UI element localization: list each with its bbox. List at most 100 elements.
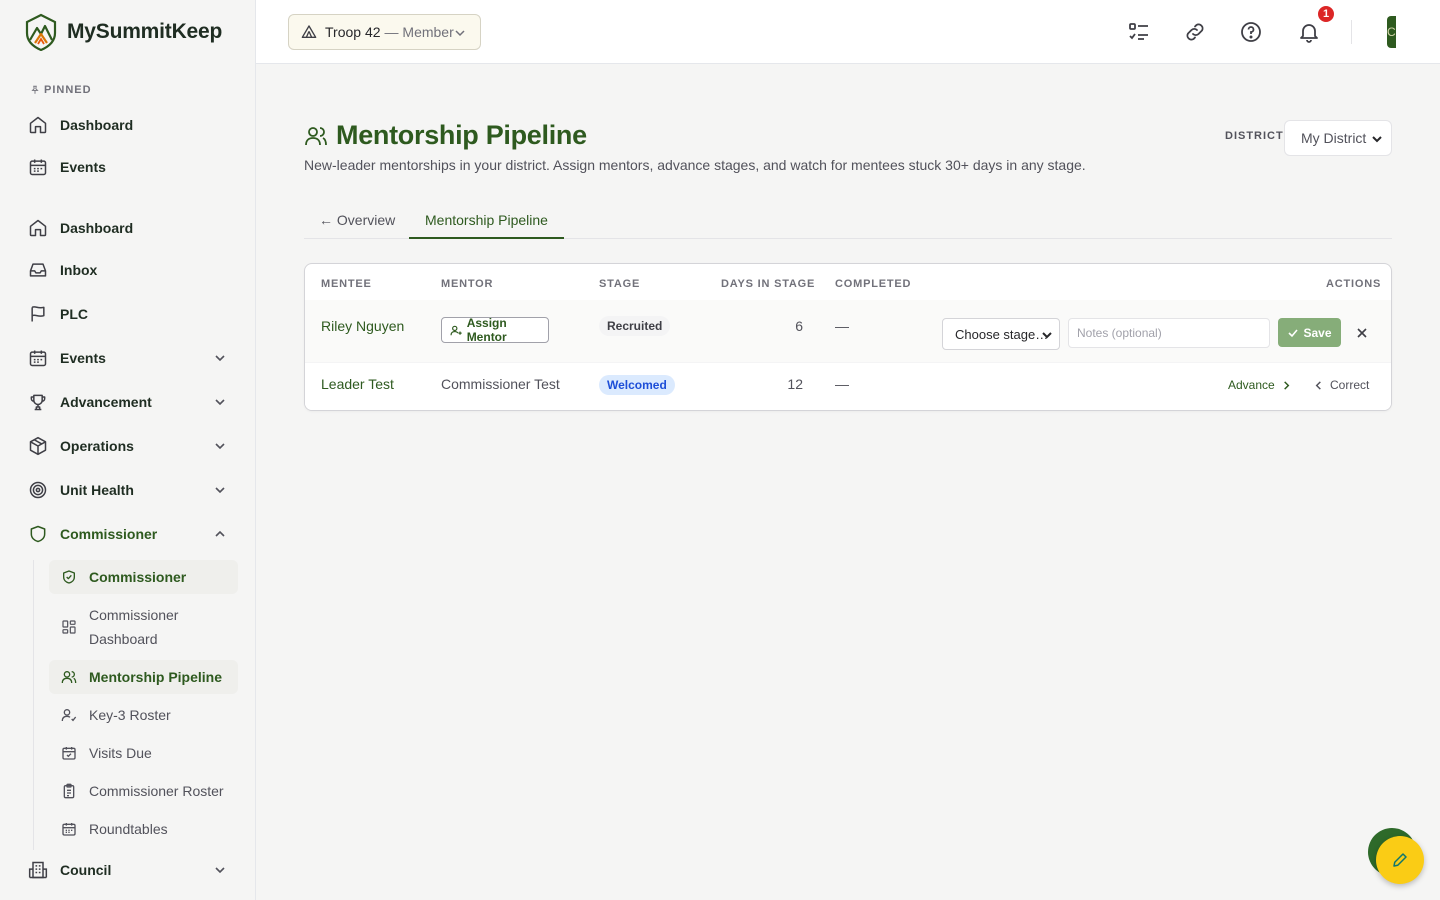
district-select[interactable]: My District xyxy=(1284,120,1392,156)
building-icon xyxy=(28,861,48,879)
column-header: MENTEE xyxy=(321,278,372,290)
assign-mentor-button[interactable]: Assign Mentor xyxy=(441,316,549,344)
subnav-label: Commissioner xyxy=(89,569,187,585)
stage-badge: Recruited xyxy=(599,316,671,336)
help-icon[interactable] xyxy=(1239,20,1263,44)
sidebar-item-unit-health[interactable]: Unit Health xyxy=(16,470,240,510)
nav-label: Dashboard xyxy=(60,220,134,236)
mentorship-table: MENTEE MENTOR STAGE DAYS IN STAGE COMPLE… xyxy=(304,263,1392,411)
shield-check-icon xyxy=(63,570,75,584)
checklist-icon[interactable] xyxy=(1127,20,1151,44)
chevron-down-icon xyxy=(215,487,225,494)
link-icon[interactable] xyxy=(1183,20,1207,44)
tab-bar: ← Overview Mentorship Pipeline xyxy=(304,202,1392,239)
subnav-commissioner-dashboard[interactable]: Commissioner Dashboard xyxy=(49,602,238,652)
correct-button[interactable]: Correct xyxy=(1313,378,1369,392)
nav-label: Commissioner xyxy=(60,526,158,542)
target-icon xyxy=(29,481,47,499)
chevron-up-icon xyxy=(215,530,225,537)
sidebar-item-commissioner[interactable]: Commissioner xyxy=(16,514,240,554)
stage-select-value: Choose stage… xyxy=(955,326,1049,342)
subnav-roundtables[interactable]: Roundtables xyxy=(49,812,238,846)
flag-icon xyxy=(31,306,45,322)
inbox-icon xyxy=(29,263,47,277)
tab-mentorship-pipeline[interactable]: Mentorship Pipeline xyxy=(409,202,564,239)
pinned-item-dashboard[interactable]: Dashboard xyxy=(16,105,240,145)
pinned-label-text: PINNED xyxy=(44,84,92,96)
completed-value: — xyxy=(835,318,849,334)
sidebar-item-events[interactable]: Events xyxy=(16,338,240,378)
subnav-label: Commissioner Roster xyxy=(89,783,224,799)
sidebar-item-dashboard[interactable]: Dashboard xyxy=(16,208,240,248)
column-header: COMPLETED xyxy=(835,278,912,290)
subnav-commissioner-roster[interactable]: Commissioner Roster xyxy=(49,774,238,808)
sidebar-item-inbox[interactable]: Inbox xyxy=(16,250,240,290)
chevron-down-icon xyxy=(215,399,225,406)
nav-label: Advancement xyxy=(60,394,152,410)
nav-label: Inbox xyxy=(60,262,98,278)
trophy-icon xyxy=(30,394,46,411)
sidebar-item-council[interactable]: Council xyxy=(16,850,240,890)
advance-button[interactable]: Advance xyxy=(1228,378,1292,392)
stage-select[interactable]: Choose stage… xyxy=(942,318,1060,350)
avatar[interactable]: C xyxy=(1387,16,1396,48)
submenu-guide-line xyxy=(33,560,34,850)
subnav-label: Visits Due xyxy=(89,745,152,761)
top-header: Troop 42 — Member 1 C xyxy=(256,0,1440,64)
nav-label: Unit Health xyxy=(60,482,134,498)
calendar-icon xyxy=(29,159,47,176)
subnav-visits-due[interactable]: Visits Due xyxy=(49,736,238,770)
calendar-icon xyxy=(29,350,47,367)
unit-switcher[interactable]: Troop 42 — Member xyxy=(288,14,481,50)
subnav-key3-roster[interactable]: Key-3 Roster xyxy=(49,698,238,732)
sidebar-item-plc[interactable]: PLC xyxy=(16,294,240,334)
chevron-down-icon xyxy=(1372,136,1382,143)
main-content: Mentorship Pipeline New-leader mentorshi… xyxy=(256,64,1440,900)
logo-icon xyxy=(25,13,57,51)
user-plus-icon xyxy=(450,325,462,335)
mentor-name: Commissioner Test xyxy=(441,376,560,392)
chevron-down-icon xyxy=(215,355,225,362)
sidebar: MySummitKeep PINNED Dashboard Events Das… xyxy=(0,0,256,900)
chevron-down-icon xyxy=(1042,332,1052,339)
days-in-stage: 12 xyxy=(787,376,803,392)
nav-label: Events xyxy=(60,159,106,175)
column-header: STAGE xyxy=(599,278,641,290)
chevron-left-icon xyxy=(1315,380,1321,390)
bell-icon[interactable] xyxy=(1297,20,1321,44)
box-icon xyxy=(29,436,47,456)
correct-label: Correct xyxy=(1330,378,1370,392)
chevron-right-icon xyxy=(1283,380,1290,390)
stage-badge: Welcomed xyxy=(599,375,675,395)
subnav-label: Commissioner Dashboard xyxy=(89,607,179,647)
subnav-mentorship-pipeline[interactable]: Mentorship Pipeline xyxy=(49,660,238,694)
page-subtitle: New-leader mentorships in your district.… xyxy=(304,157,1086,173)
sidebar-item-operations[interactable]: Operations xyxy=(16,426,240,466)
brand[interactable]: MySummitKeep xyxy=(0,0,255,64)
pinned-section-label: PINNED xyxy=(30,84,255,96)
nav-label: Operations xyxy=(60,438,134,454)
notes-input[interactable]: Notes (optional) xyxy=(1068,318,1270,348)
column-header: ACTIONS xyxy=(1326,278,1382,290)
table-row: Leader Test Commissioner Test Welcomed 1… xyxy=(305,362,1391,410)
close-icon[interactable] xyxy=(1355,326,1369,340)
district-value: My District xyxy=(1301,130,1367,146)
table-row: Riley Nguyen Assign Mentor Recruited 6 —… xyxy=(305,300,1391,362)
mentee-name[interactable]: Leader Test xyxy=(321,376,394,392)
days-in-stage: 6 xyxy=(795,318,803,334)
calendar-grid-icon xyxy=(62,823,76,836)
users-icon xyxy=(61,671,77,684)
tab-overview[interactable]: ← Overview xyxy=(319,202,395,238)
feedback-fab[interactable] xyxy=(1376,836,1424,884)
tab-label: Mentorship Pipeline xyxy=(425,211,548,228)
shield-icon xyxy=(30,525,46,543)
pinned-item-events[interactable]: Events xyxy=(16,147,240,187)
subnav-label: Key-3 Roster xyxy=(89,707,171,723)
unit-role: — Member xyxy=(384,24,454,40)
subnav-commissioner[interactable]: Commissioner xyxy=(49,560,238,594)
mentee-name[interactable]: Riley Nguyen xyxy=(321,318,404,334)
save-button[interactable]: Save xyxy=(1278,318,1341,347)
users-icon xyxy=(305,126,327,145)
sidebar-item-advancement[interactable]: Advancement xyxy=(16,382,240,422)
page-heading: Mentorship Pipeline xyxy=(336,120,587,150)
